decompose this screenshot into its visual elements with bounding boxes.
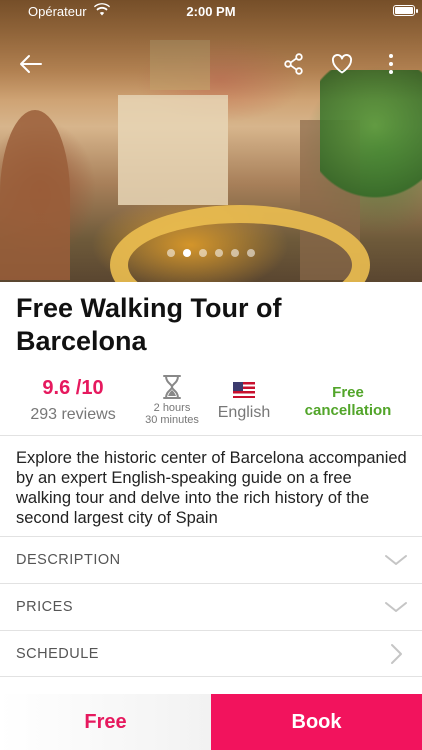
battery-icon: [393, 5, 418, 16]
pagination-dot-active[interactable]: [183, 249, 191, 257]
rating-score: 9.6 /10: [42, 377, 104, 399]
pagination-dot[interactable]: [215, 249, 223, 257]
us-flag-icon: [233, 382, 255, 398]
section-schedule[interactable]: SCHEDULE: [0, 630, 422, 676]
section-label: SCHEDULE: [16, 646, 99, 662]
share-icon[interactable]: [280, 50, 308, 78]
chevron-right-icon: [384, 643, 408, 665]
duration-minutes: 30 minutes: [145, 414, 199, 426]
back-arrow-icon[interactable]: [17, 50, 45, 78]
booking-bar: Free Book: [0, 694, 422, 750]
page-title: Free Walking Tour of Barcelona: [16, 293, 282, 356]
section-prices[interactable]: PRICES: [0, 583, 422, 629]
tour-info-row: 9.6 /10 293 reviews 2 hours 30 minutes E…: [0, 372, 422, 432]
hero-building: [118, 95, 228, 205]
pagination-dot[interactable]: [199, 249, 207, 257]
hero-image[interactable]: Opérateur 2:00 PM: [0, 0, 422, 282]
price-label: Free: [0, 694, 211, 750]
pagination-dot[interactable]: [247, 249, 255, 257]
tour-summary: Explore the historic center of Barcelona…: [16, 449, 407, 527]
language-label: English: [217, 404, 271, 421]
rating-block[interactable]: 9.6 /10 293 reviews: [18, 376, 128, 424]
chevron-down-icon: [384, 596, 408, 618]
chevron-down-icon: [384, 549, 408, 571]
hourglass-icon: [136, 374, 208, 400]
more-vertical-icon[interactable]: [377, 50, 405, 78]
duration-hours: 2 hours: [153, 402, 191, 414]
section-label: DESCRIPTION: [16, 552, 121, 568]
pagination-dot[interactable]: [167, 249, 175, 257]
status-bar: Opérateur 2:00 PM: [0, 0, 422, 22]
book-button[interactable]: Book: [211, 694, 422, 750]
reviews-count: 293 reviews: [30, 406, 116, 423]
divider: [0, 435, 422, 436]
heart-icon[interactable]: [328, 50, 356, 78]
pagination-dot[interactable]: [231, 249, 239, 257]
section-description[interactable]: DESCRIPTION: [0, 536, 422, 582]
divider: [0, 676, 422, 677]
language-block: English: [206, 382, 282, 422]
section-label: PRICES: [16, 599, 73, 615]
clock: 2:00 PM: [186, 4, 236, 19]
duration-block: 2 hours 30 minutes: [136, 374, 208, 426]
gallery-pagination[interactable]: [0, 249, 422, 257]
free-cancellation-badge: Free cancellation: [304, 384, 392, 419]
